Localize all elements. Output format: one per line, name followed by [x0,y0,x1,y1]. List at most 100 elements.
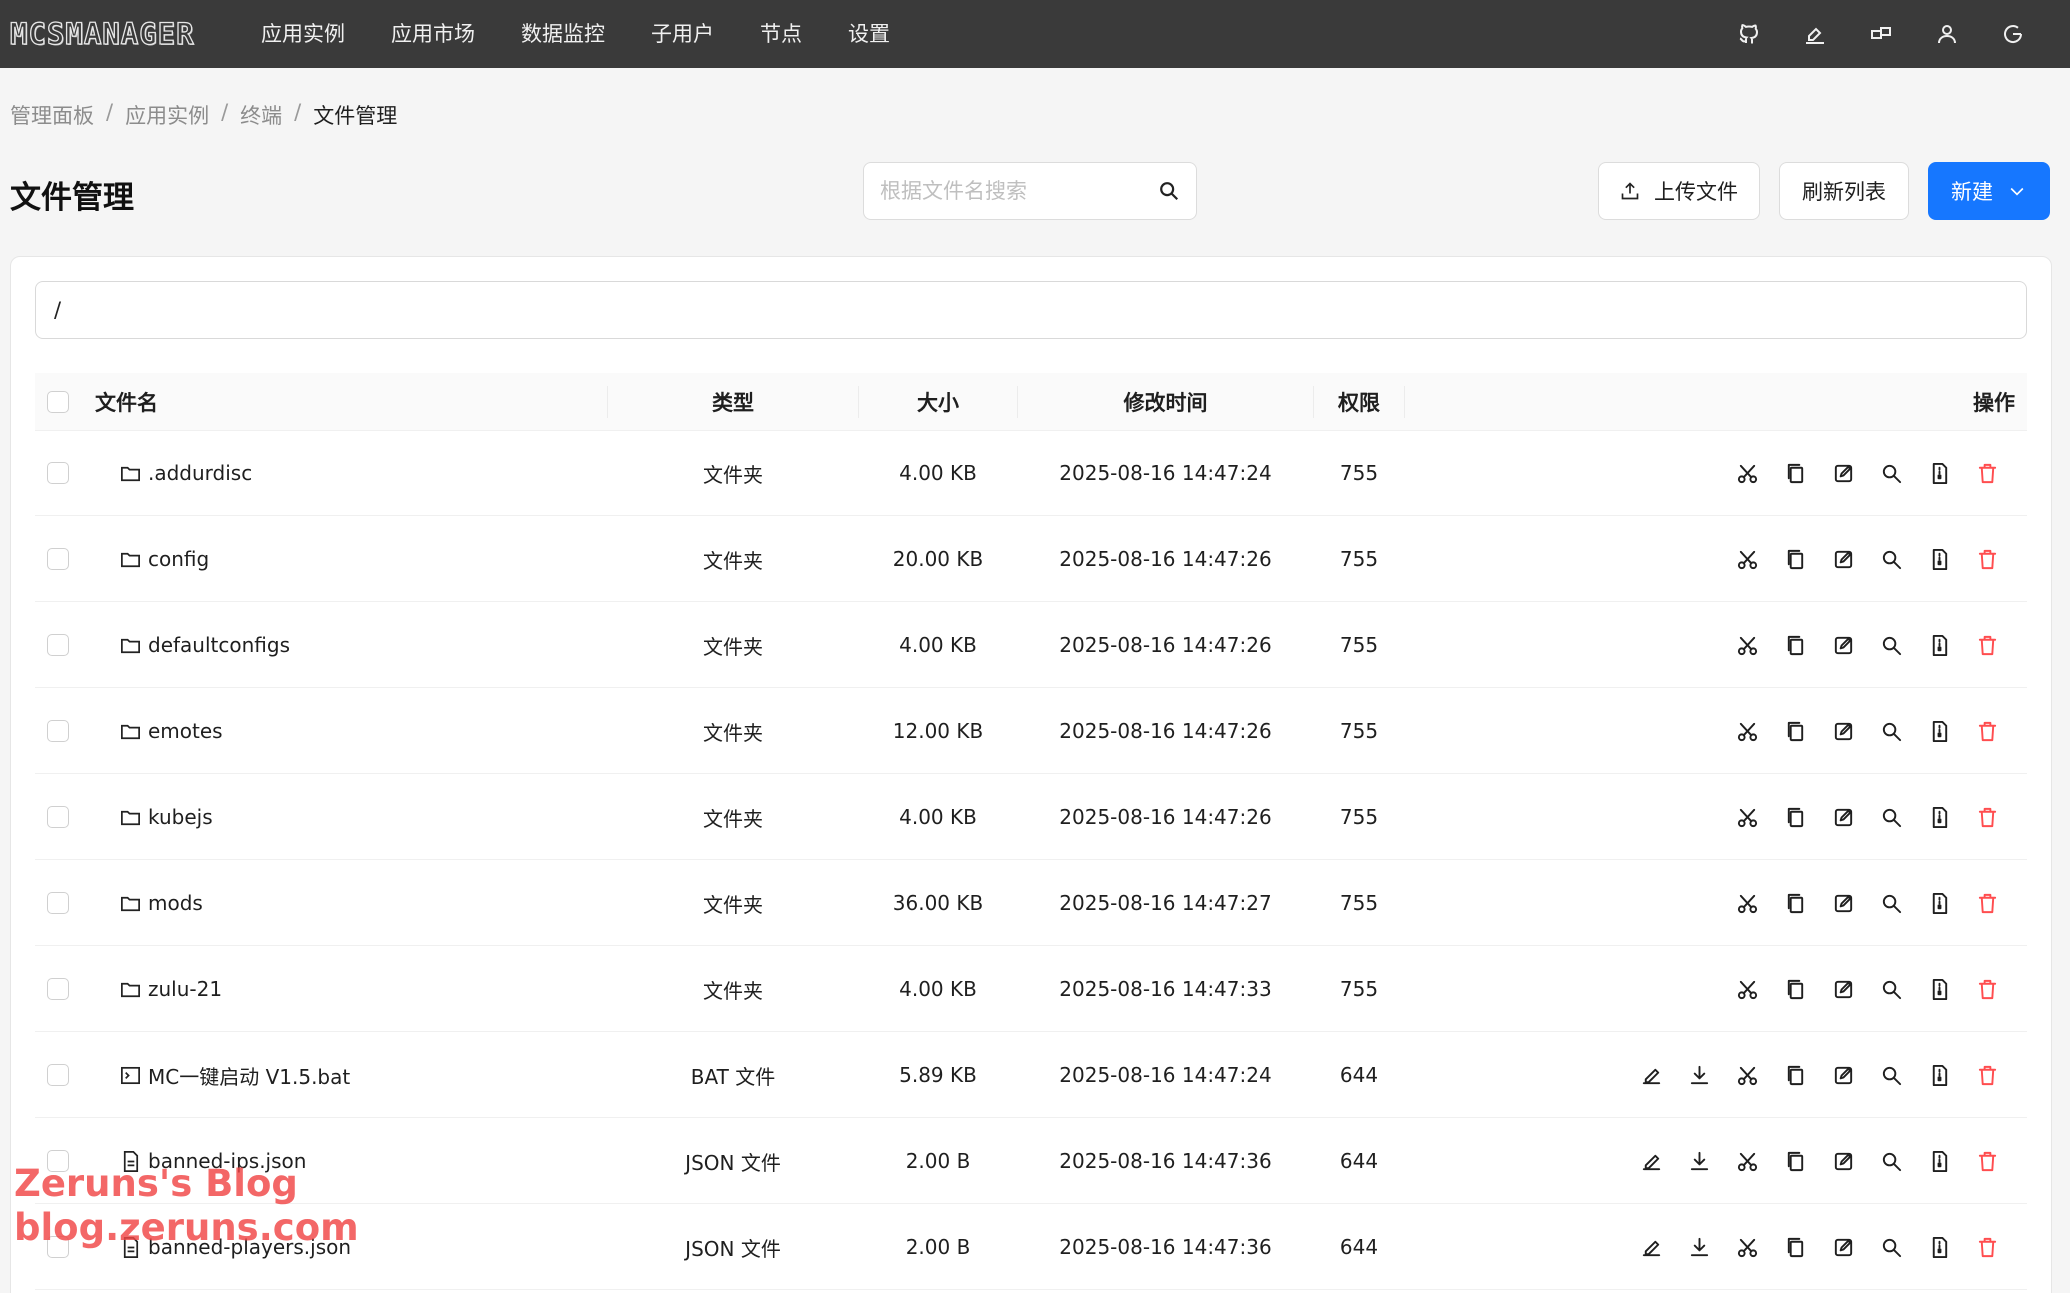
rename-icon[interactable] [1819,621,1867,669]
permission-icon[interactable] [1915,879,1963,927]
permission-icon[interactable] [1915,1137,1963,1185]
cut-icon[interactable] [1723,449,1771,497]
copy-icon[interactable] [1771,1051,1819,1099]
file-name[interactable]: .addurdisc [148,461,252,485]
table-row[interactable]: MC一键启动 V1.5.bat BAT 文件 5.89 KB 2025-08-16 1… [35,1033,2027,1118]
file-name[interactable]: kubejs [148,805,213,829]
rename-icon[interactable] [1819,1223,1867,1271]
delete-icon[interactable] [1963,1223,2011,1271]
path-input[interactable]: / [35,281,2027,339]
copy-icon[interactable] [1771,879,1819,927]
table-row[interactable]: config 文件夹 20.00 KB 2025-08-16 14:47:26 755 [35,517,2027,602]
refresh-list-button[interactable]: 刷新列表 [1779,162,1909,220]
app-logo[interactable]: MCSMANAGER [9,16,220,52]
search-file-icon[interactable] [1867,1223,1915,1271]
col-name[interactable]: 文件名 [95,373,158,431]
delete-icon[interactable] [1963,621,2011,669]
delete-icon[interactable] [1963,965,2011,1013]
delete-icon[interactable] [1963,1051,2011,1099]
cut-icon[interactable] [1723,965,1771,1013]
file-name-cell[interactable]: zulu-21 [119,947,222,1031]
file-name[interactable]: config [148,547,209,571]
file-name[interactable]: mods [148,891,203,915]
col-type[interactable]: 类型 [608,373,858,431]
upload-file-button[interactable]: 上传文件 [1598,162,1760,220]
file-name-cell[interactable]: .addurdisc [119,431,252,515]
breadcrumb-item[interactable]: 管理面板 [10,100,94,130]
nav-item[interactable]: 节点 [737,0,825,68]
search-icon[interactable] [1158,180,1180,202]
cut-icon[interactable] [1723,1137,1771,1185]
search-file-icon[interactable] [1867,1137,1915,1185]
search-file-icon[interactable] [1867,1051,1915,1099]
table-row[interactable]: .addurdisc 文件夹 4.00 KB 2025-08-16 14:47:24 7… [35,431,2027,516]
nav-item[interactable]: 数据监控 [498,0,628,68]
cut-icon[interactable] [1723,535,1771,583]
download-icon[interactable] [1675,1051,1723,1099]
col-modified[interactable]: 修改时间 [1018,373,1313,431]
file-name-cell[interactable]: config [119,517,209,601]
user-icon[interactable] [1914,0,1980,68]
table-row[interactable]: mods 文件夹 36.00 KB 2025-08-16 14:47:27 755 [35,861,2027,946]
cut-icon[interactable] [1723,1223,1771,1271]
search-box[interactable] [863,162,1197,220]
permission-icon[interactable] [1915,793,1963,841]
row-checkbox[interactable] [47,634,69,656]
file-name[interactable]: MC一键启动 V1.5.bat [148,1061,350,1090]
row-checkbox[interactable] [47,978,69,1000]
search-file-icon[interactable] [1867,707,1915,755]
delete-icon[interactable] [1963,535,2011,583]
layout-icon[interactable] [1848,0,1914,68]
copy-icon[interactable] [1771,621,1819,669]
row-checkbox[interactable] [47,548,69,570]
delete-icon[interactable] [1963,707,2011,755]
copy-icon[interactable] [1771,965,1819,1013]
download-icon[interactable] [1675,1223,1723,1271]
permission-icon[interactable] [1915,965,1963,1013]
row-checkbox[interactable] [47,720,69,742]
file-name[interactable]: emotes [148,719,223,743]
search-file-icon[interactable] [1867,879,1915,927]
file-name-cell[interactable]: kubejs [119,775,213,859]
rename-icon[interactable] [1819,535,1867,583]
logout-icon[interactable] [1980,0,2046,68]
download-icon[interactable] [1675,1137,1723,1185]
search-file-icon[interactable] [1867,793,1915,841]
table-row[interactable]: zulu-21 文件夹 4.00 KB 2025-08-16 14:47:33 755 [35,947,2027,1032]
copy-icon[interactable] [1771,1223,1819,1271]
github-icon[interactable] [1716,0,1782,68]
file-name-cell[interactable]: defaultconfigs [119,603,290,687]
file-name-cell[interactable]: emotes [119,689,223,773]
row-checkbox[interactable] [47,1064,69,1086]
rename-icon[interactable] [1819,1137,1867,1185]
table-row[interactable]: emotes 文件夹 12.00 KB 2025-08-16 14:47:26 755 [35,689,2027,774]
cut-icon[interactable] [1723,1051,1771,1099]
col-size[interactable]: 大小 [859,373,1017,431]
permission-icon[interactable] [1915,1051,1963,1099]
permission-icon[interactable] [1915,1223,1963,1271]
col-permission[interactable]: 权限 [1314,373,1404,431]
breadcrumb-item[interactable]: 终端 [240,100,282,130]
copy-icon[interactable] [1771,449,1819,497]
copy-icon[interactable] [1771,707,1819,755]
cut-icon[interactable] [1723,879,1771,927]
breadcrumb-item[interactable]: 应用实例 [125,100,209,130]
file-name[interactable]: zulu-21 [148,977,222,1001]
row-checkbox[interactable] [47,462,69,484]
cut-icon[interactable] [1723,793,1771,841]
copy-icon[interactable] [1771,793,1819,841]
delete-icon[interactable] [1963,449,2011,497]
file-name-cell[interactable]: MC一键启动 V1.5.bat [119,1033,350,1117]
file-name-cell[interactable]: mods [119,861,203,945]
copy-icon[interactable] [1771,535,1819,583]
file-name[interactable]: defaultconfigs [148,633,290,657]
delete-icon[interactable] [1963,793,2011,841]
edit-icon[interactable] [1627,1051,1675,1099]
edit-icon[interactable] [1627,1223,1675,1271]
theme-brush-icon[interactable] [1782,0,1848,68]
permission-icon[interactable] [1915,621,1963,669]
select-all-checkbox[interactable] [47,391,69,413]
rename-icon[interactable] [1819,707,1867,755]
rename-icon[interactable] [1819,793,1867,841]
nav-item[interactable]: 应用市场 [368,0,498,68]
